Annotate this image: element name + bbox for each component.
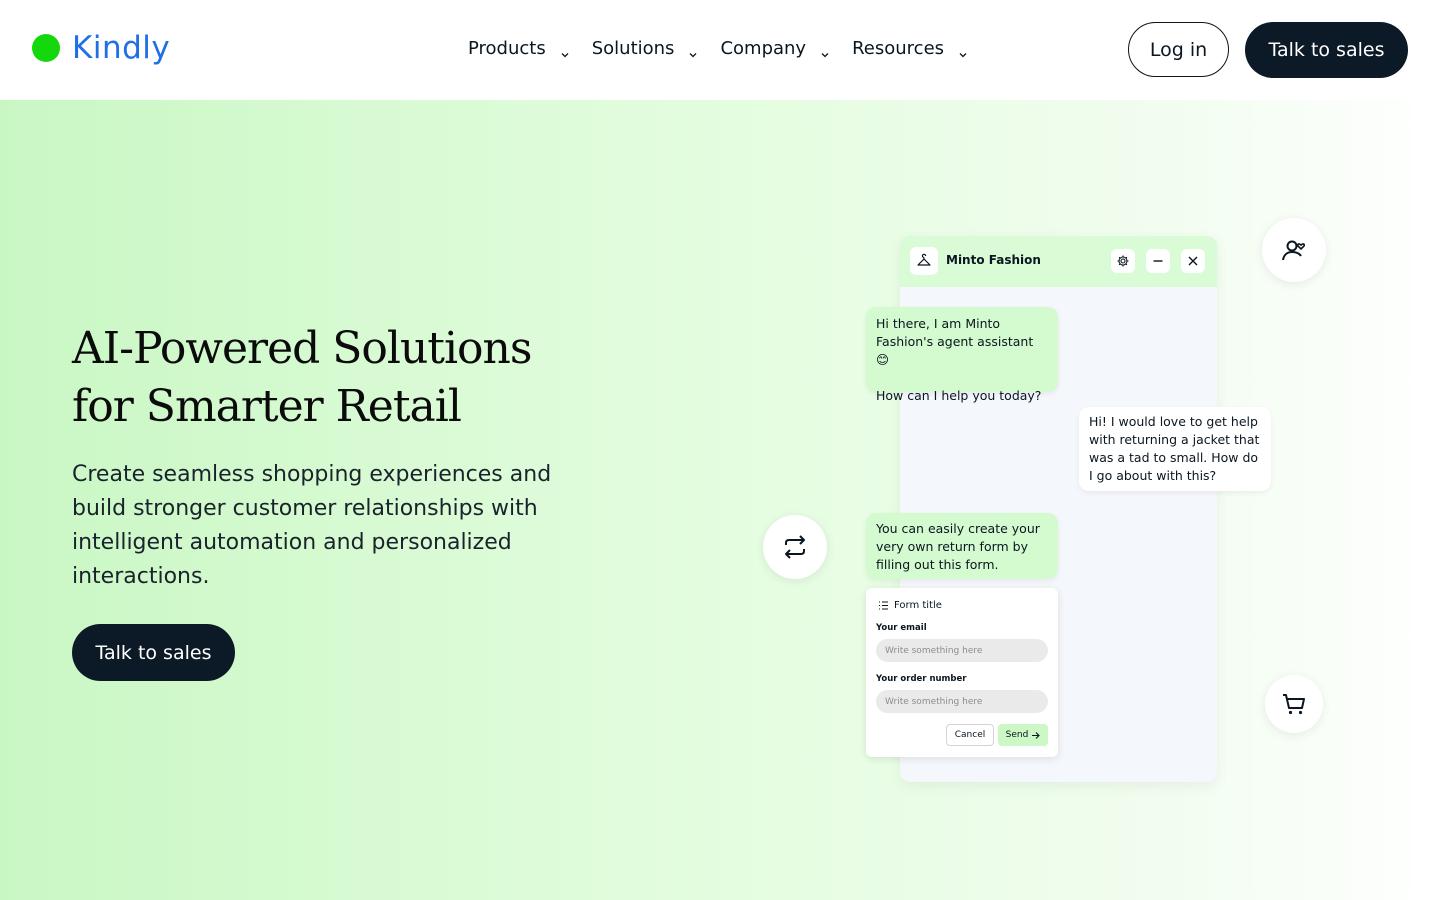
logo-dot-icon bbox=[32, 34, 60, 62]
user-message: Hi! I would love to get help with return… bbox=[1079, 407, 1271, 491]
bot-message-line-1: Hi there, I am Minto Fashion's agent ass… bbox=[876, 316, 1034, 367]
hero-subtitle: Create seamless shopping experiences and… bbox=[72, 462, 552, 589]
brand-logo[interactable]: Kindly bbox=[32, 30, 170, 66]
talk-to-sales-header-button[interactable]: Talk to sales bbox=[1245, 22, 1408, 78]
logo-text: Kindly bbox=[72, 30, 171, 66]
form-title: Form title bbox=[878, 600, 942, 611]
chevron-down-icon bbox=[560, 44, 570, 57]
chevron-down-icon bbox=[688, 44, 698, 57]
login-button[interactable]: Log in bbox=[1128, 22, 1229, 77]
close-icon[interactable] bbox=[1181, 249, 1205, 273]
repeat-icon bbox=[763, 515, 827, 579]
arrow-right-icon bbox=[1032, 731, 1041, 739]
nav-item-company[interactable]: Company bbox=[720, 38, 830, 59]
chat-header: Minto Fashion bbox=[900, 236, 1217, 287]
list-icon bbox=[879, 601, 888, 610]
bot-message: Hi there, I am Minto Fashion's agent ass… bbox=[866, 307, 1058, 403]
person-heart-icon bbox=[1262, 218, 1326, 282]
hero-title-line-2: for Smarter Retail bbox=[72, 381, 462, 432]
chevron-down-icon bbox=[820, 44, 830, 57]
nav-item-resources[interactable]: Resources bbox=[852, 38, 968, 59]
minimize-icon[interactable] bbox=[1146, 249, 1170, 273]
hero-title: AI-Powered Solutions for Smarter Retail bbox=[72, 320, 592, 436]
nav-item-products[interactable]: Products bbox=[468, 38, 570, 59]
hero-section: AI-Powered Solutions for Smarter Retail … bbox=[0, 100, 1440, 900]
form-title-text: Form title bbox=[894, 600, 942, 611]
gear-icon[interactable] bbox=[1111, 249, 1135, 273]
nav-item-label: Products bbox=[468, 38, 546, 59]
main-nav: Products Solutions Company Resources bbox=[468, 38, 990, 59]
cancel-button[interactable]: Cancel bbox=[946, 724, 994, 746]
send-button[interactable]: Send bbox=[998, 724, 1048, 746]
chevron-down-icon bbox=[958, 44, 968, 57]
order-number-label: Your order number bbox=[876, 674, 967, 684]
nav-item-label: Resources bbox=[852, 38, 945, 59]
email-field[interactable]: Write something here bbox=[876, 639, 1048, 662]
chat-header-name: Minto Fashion bbox=[946, 253, 1041, 267]
return-form-card: Form title Your email Write something he… bbox=[866, 588, 1058, 757]
cart-icon bbox=[1265, 675, 1323, 733]
talk-to-sales-hero-button[interactable]: Talk to sales bbox=[72, 624, 235, 681]
send-button-label: Send bbox=[1005, 730, 1029, 740]
nav-item-label: Solutions bbox=[591, 38, 675, 59]
hero-title-line-1: AI-Powered Solutions bbox=[72, 323, 532, 374]
bot-message-line-2: How can I help you today? bbox=[876, 388, 1042, 403]
order-number-field[interactable]: Write something here bbox=[876, 690, 1048, 713]
nav-item-solutions[interactable]: Solutions bbox=[592, 38, 699, 59]
site-header: Kindly Products Solutions Company Resour… bbox=[0, 0, 1440, 100]
hanger-icon bbox=[910, 247, 938, 275]
nav-item-label: Company bbox=[720, 38, 807, 59]
email-label: Your email bbox=[876, 623, 927, 633]
bot-message: You can easily create your very own retu… bbox=[866, 513, 1058, 579]
